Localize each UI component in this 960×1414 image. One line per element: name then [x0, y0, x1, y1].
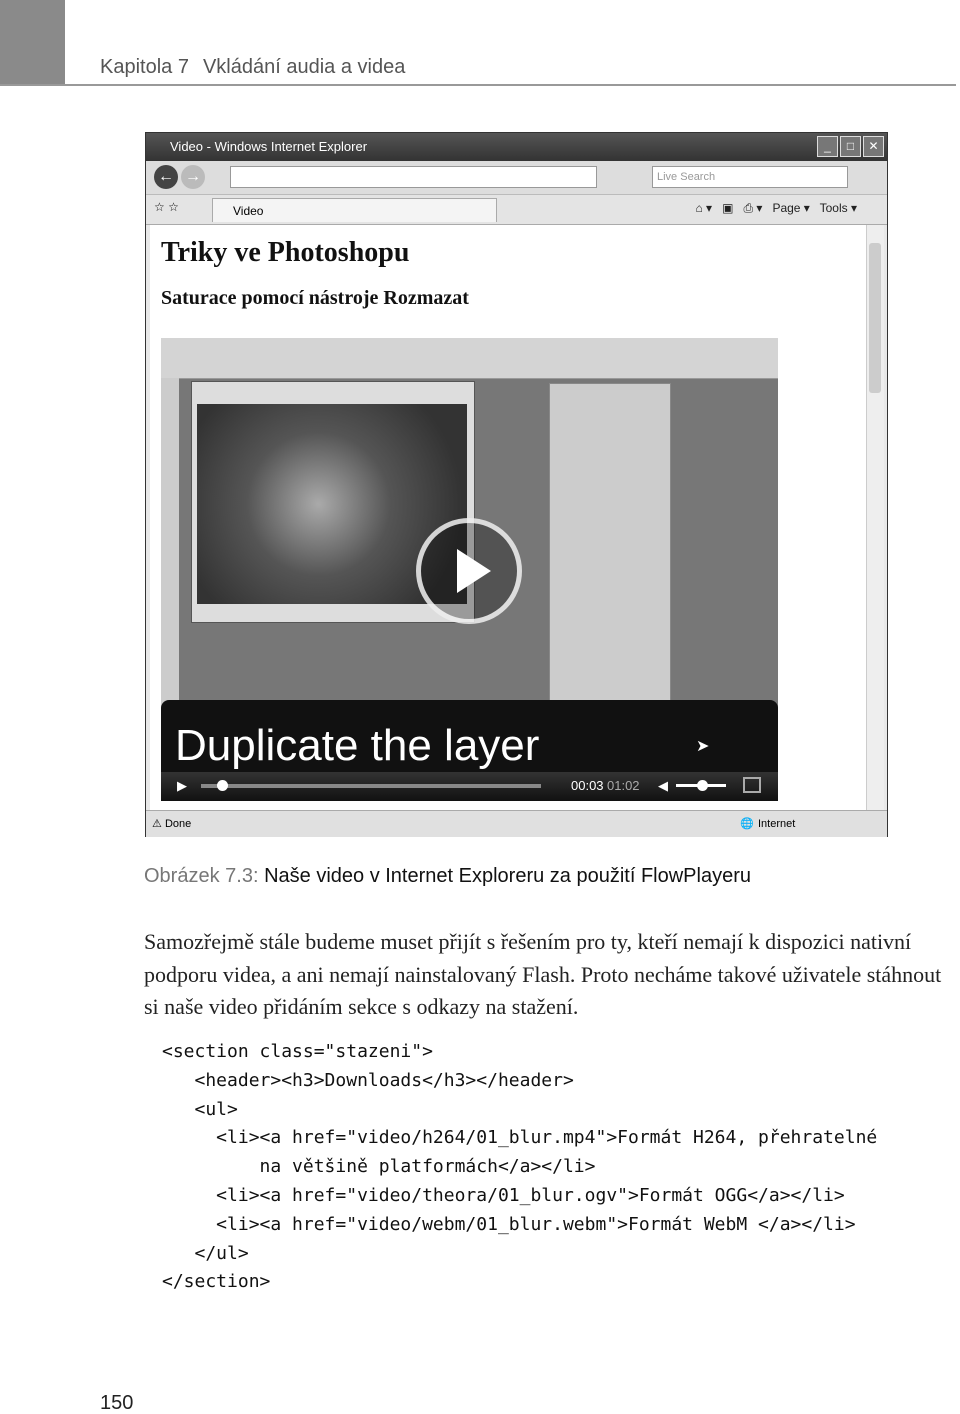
vertical-scrollbar[interactable] — [866, 225, 884, 810]
figure-label: Obrázek 7.3: — [144, 865, 259, 887]
status-bar: ⚠ Done 🌐 Internet — [146, 810, 887, 837]
cursor-icon: ➤ — [696, 738, 710, 755]
chapter-number: Kapitola 7 — [100, 56, 189, 78]
code-line: <ul> — [162, 1098, 238, 1120]
tab-video[interactable]: Video — [212, 198, 497, 222]
page-heading: Triky ve Photoshopu — [161, 237, 410, 268]
play-overlay-icon[interactable] — [416, 518, 522, 624]
tools-menu[interactable]: Tools ▾ — [820, 201, 857, 215]
page-menu[interactable]: Page ▾ — [772, 201, 809, 215]
status-icon: ⚠ — [152, 818, 162, 830]
code-line: <li><a href="video/h264/01_blur.mp4">For… — [162, 1127, 878, 1149]
chapter-title: Vkládání audia a videa — [202, 56, 406, 78]
close-button[interactable]: ✕ — [863, 136, 884, 157]
home-icon[interactable]: ⌂ ▾ — [695, 201, 712, 215]
globe-icon: 🌐 — [740, 818, 754, 830]
header-rule — [0, 84, 956, 86]
status-text: Done — [164, 818, 192, 830]
figure-text: Naše video v Internet Exploreru za použi… — [264, 865, 751, 887]
progress-handle[interactable] — [217, 780, 228, 791]
figure-caption: Obrázek 7.3: Naše video v Internet Explo… — [144, 865, 751, 888]
volume-handle[interactable] — [697, 780, 708, 791]
video-player[interactable]: Duplicate the layer ➤ ▶ 00:03 01:02 ◀ — [161, 338, 778, 801]
time-total: 01:02 — [607, 778, 640, 793]
favorites-star-icon[interactable]: ☆ ☆ — [154, 200, 179, 214]
forward-button[interactable]: → — [181, 165, 205, 189]
code-line: <li><a href="video/webm/01_blur.webm">Fo… — [162, 1213, 856, 1235]
scrollbar-thumb[interactable] — [869, 243, 881, 393]
body-paragraph: Samozřejmě stále budeme muset přijít s ř… — [144, 929, 942, 1019]
back-button[interactable]: ← — [154, 165, 178, 189]
page-number: 150 — [100, 1392, 134, 1414]
book-page: Kapitola 7 Vkládání audia a videa Video -… — [0, 0, 960, 1414]
code-line: </section> — [162, 1271, 271, 1293]
maximize-button[interactable]: □ — [840, 136, 861, 157]
code-line: </ul> — [162, 1242, 249, 1264]
address-input[interactable] — [230, 166, 597, 188]
play-button[interactable]: ▶ — [177, 778, 187, 794]
fullscreen-button[interactable] — [743, 777, 761, 793]
photoshop-tools — [161, 378, 179, 708]
tab-bar: ☆ ☆ Video ⌂ ▾ ▣ ⎙ ▾ Page ▾ Tools ▾ — [146, 195, 887, 225]
page-content: Triky ve Photoshopu Saturace pomocí nást… — [150, 225, 866, 810]
page-subheading: Saturace pomocí nástroje Rozmazat — [161, 287, 469, 309]
progress-bar[interactable] — [201, 784, 541, 788]
address-toolbar: ← → Live Search — [146, 161, 887, 195]
zone-text: Internet — [758, 818, 796, 830]
photoshop-toolbar — [161, 338, 778, 379]
video-caption-bar: Duplicate the layer ➤ ▶ 00:03 01:02 ◀ — [161, 700, 778, 801]
time-current: 00:03 — [571, 778, 604, 793]
browser-window: Video - Windows Internet Explorer _ □ ✕ ← … — [145, 132, 888, 837]
corner-block — [0, 0, 65, 85]
code-line: <li><a href="video/theora/01_blur.ogv">F… — [162, 1184, 845, 1206]
window-title: Video - Windows Internet Explorer — [170, 139, 368, 154]
running-header: Kapitola 7 Vkládání audia a videa — [100, 56, 405, 79]
search-input[interactable]: Live Search — [652, 166, 848, 188]
print-icon[interactable]: ⎙ ▾ — [743, 201, 762, 215]
code-line: na většině platformách</a></li> — [162, 1156, 596, 1178]
code-listing: <section class="stazeni"> <header><h3>Do… — [162, 1038, 877, 1297]
feeds-icon[interactable]: ▣ — [722, 201, 733, 215]
code-line: <header><h3>Downloads</h3></header> — [162, 1069, 574, 1091]
volume-icon[interactable]: ◀ — [658, 778, 668, 794]
photoshop-panels — [549, 383, 671, 703]
minimize-button[interactable]: _ — [817, 136, 838, 157]
code-line: <section class="stazeni"> — [162, 1041, 433, 1062]
title-bar: Video - Windows Internet Explorer _ □ ✕ — [146, 133, 887, 161]
video-caption: Duplicate the layer — [175, 721, 540, 770]
player-controls: ▶ 00:03 01:02 ◀ — [161, 772, 778, 801]
